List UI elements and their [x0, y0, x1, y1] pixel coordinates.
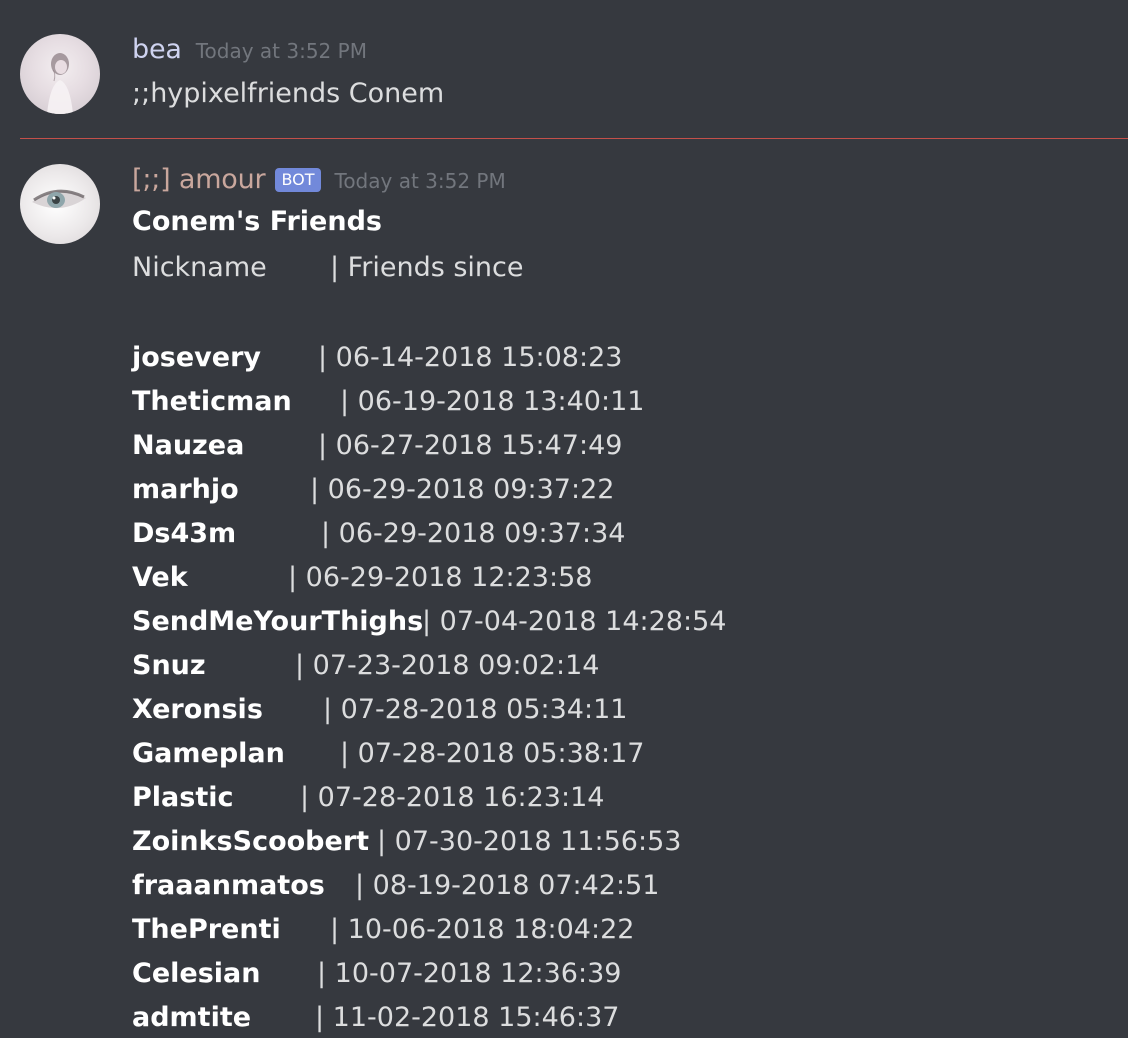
friend-since: | 06-14-2018 15:08:23 — [318, 342, 623, 373]
message-header: [;;] amour BOT Today at 3:52 PM — [132, 164, 506, 195]
friends-list-title: Conem's Friends — [132, 206, 382, 237]
message-timestamp[interactable]: Today at 3:52 PM — [196, 39, 367, 63]
header-friends-since: | Friends since — [330, 252, 524, 283]
friend-row: admtite | 11-02-2018 15:46:37 — [132, 1000, 726, 1038]
user-avatar-image — [47, 53, 73, 114]
message-content: ;;hypixelfriends Conem — [132, 78, 445, 109]
friend-since: | 07-28-2018 05:38:17 — [340, 738, 645, 769]
friend-name: fraaanmatos — [132, 870, 325, 901]
friend-name: Xeronsis — [132, 694, 263, 725]
friend-since: | 06-27-2018 15:47:49 — [318, 430, 623, 461]
friend-row: Xeronsis | 07-28-2018 05:34:11 — [132, 692, 726, 736]
friend-name: SendMeYourThighs — [132, 606, 424, 637]
friend-since: | 08-19-2018 07:42:51 — [355, 870, 660, 901]
friend-row: fraaanmatos | 08-19-2018 07:42:51 — [132, 868, 726, 912]
message-header: bea Today at 3:52 PM — [132, 34, 367, 65]
friend-since: | 06-29-2018 09:37:22 — [310, 474, 615, 505]
username[interactable]: bea — [132, 34, 182, 65]
friend-since: | 07-28-2018 05:34:11 — [323, 694, 628, 725]
bot-tag: BOT — [275, 168, 321, 192]
bot-avatar[interactable] — [20, 164, 100, 244]
bot-username[interactable]: [;;] amour — [132, 164, 266, 195]
friend-name: Theticman — [132, 386, 292, 417]
friend-row: josevery | 06-14-2018 15:08:23 — [132, 340, 726, 384]
friend-name: admtite — [132, 1002, 252, 1033]
friend-since: | 07-04-2018 14:28:54 — [422, 606, 727, 637]
friend-name: Celesian — [132, 958, 261, 989]
friend-name: Nauzea — [132, 430, 245, 461]
message-timestamp[interactable]: Today at 3:52 PM — [335, 169, 506, 193]
friend-since: | 06-19-2018 13:40:11 — [340, 386, 645, 417]
friend-row: SendMeYourThighs| 07-04-2018 14:28:54 — [132, 604, 726, 648]
friend-since: | 07-28-2018 16:23:14 — [300, 782, 605, 813]
friend-since: | 06-29-2018 12:23:58 — [288, 562, 593, 593]
friend-since: | 11-02-2018 15:46:37 — [315, 1002, 620, 1033]
friend-row: Gameplan | 07-28-2018 05:38:17 — [132, 736, 726, 780]
new-messages-divider — [20, 138, 1128, 139]
friends-list: josevery | 06-14-2018 15:08:23 Theticman | … — [132, 340, 726, 1038]
friend-name: Plastic — [132, 782, 234, 813]
friend-row: Theticman | 06-19-2018 13:40:11 — [132, 384, 726, 428]
friend-since: | 10-06-2018 18:04:22 — [330, 914, 635, 945]
friend-name: Ds43m — [132, 518, 237, 549]
friend-name: ZoinksScoobert — [132, 826, 370, 857]
friend-since: | 10-07-2018 12:36:39 — [317, 958, 622, 989]
user-avatar[interactable] — [20, 34, 100, 114]
friend-row: Plastic | 07-28-2018 16:23:14 — [132, 780, 726, 824]
friend-since: | 07-23-2018 09:02:14 — [295, 650, 600, 681]
friend-since: | 07-30-2018 11:56:53 — [377, 826, 682, 857]
friend-name: Vek — [132, 562, 188, 593]
friend-name: Gameplan — [132, 738, 285, 769]
friend-row: Snuz | 07-23-2018 09:02:14 — [132, 648, 726, 692]
friend-name: josevery — [132, 342, 262, 373]
friend-row: ThePrenti | 10-06-2018 18:04:22 — [132, 912, 726, 956]
friend-since: | 06-29-2018 09:37:34 — [321, 518, 626, 549]
friend-name: ThePrenti — [132, 914, 281, 945]
friend-row: Ds43m | 06-29-2018 09:37:34 — [132, 516, 726, 560]
friend-row: marhjo | 06-29-2018 09:37:22 — [132, 472, 726, 516]
friend-row: ZoinksScoobert | 07-30-2018 11:56:53 — [132, 824, 726, 868]
friend-row: Vek | 06-29-2018 12:23:58 — [132, 560, 726, 604]
friend-row: Celesian | 10-07-2018 12:36:39 — [132, 956, 726, 1000]
friend-name: marhjo — [132, 474, 239, 505]
friends-table-header: Nickname | Friends since — [132, 252, 524, 283]
bot-avatar-image — [32, 189, 86, 209]
header-nickname: Nickname — [132, 252, 267, 283]
friend-row: Nauzea | 06-27-2018 15:47:49 — [132, 428, 726, 472]
friend-name: Snuz — [132, 650, 206, 681]
